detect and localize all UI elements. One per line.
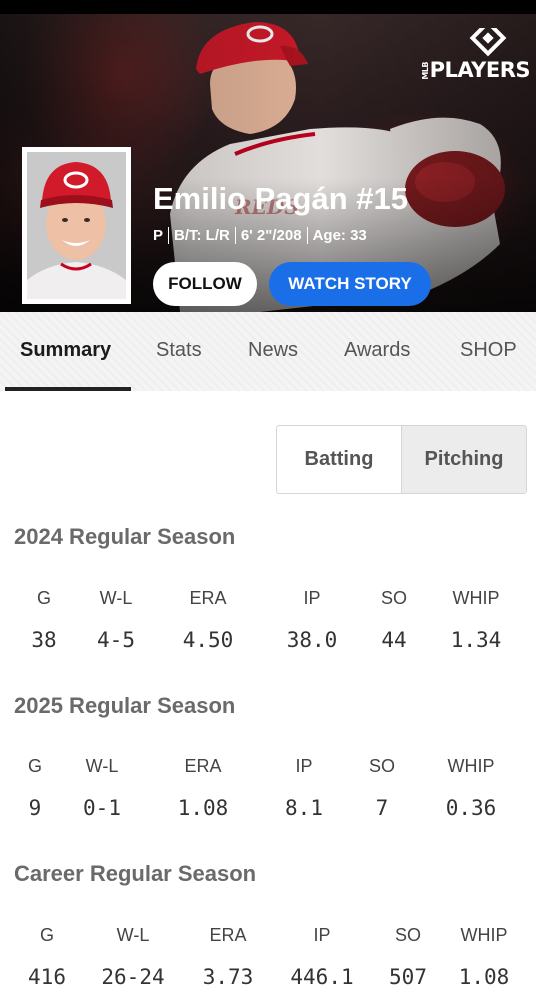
player-name: Emilio Pagán #15 [153, 181, 408, 216]
stat-header-so: SO [380, 588, 408, 608]
stat-header-era: ERA [209, 925, 247, 945]
stat-value-era: 3.73 [202, 965, 254, 989]
stat-value-g: 38 [31, 628, 57, 652]
divider [168, 227, 170, 244]
stat-value-ip: 38.0 [286, 628, 338, 652]
stat-header-g: G [39, 925, 55, 945]
stat-header-wl: W-L [116, 925, 150, 945]
stat-header-so: SO [394, 925, 422, 945]
stat-header-whip: WHIP [452, 588, 500, 608]
player-position: P [153, 227, 164, 244]
player-hero: REDS MLBPLAYERS [0, 14, 536, 312]
stat-header-era: ERA [184, 756, 222, 776]
stat-header-so: SO [368, 756, 396, 776]
player-bio-line: P B/T: L/R 6' 2"/208 Age: 33 [153, 227, 367, 244]
follow-button[interactable]: FOLLOW [153, 262, 257, 306]
divider [306, 227, 308, 244]
stat-value-wl: 26-24 [101, 965, 165, 989]
profile-tab-bar: Summary Stats News Awards SHOP [0, 312, 536, 391]
stat-value-g: 9 [28, 796, 42, 820]
stat-header-whip: WHIP [460, 925, 508, 945]
season-title-2024: 2024 Regular Season [14, 524, 236, 549]
season-title-2025: 2025 Regular Season [14, 693, 236, 718]
stat-value-whip: 1.34 [450, 628, 502, 652]
stat-value-era: 4.50 [182, 628, 234, 652]
stat-value-so: 507 [389, 965, 427, 989]
player-headshot[interactable] [22, 147, 131, 304]
stat-header-whip: WHIP [447, 756, 495, 776]
stat-value-whip: 0.36 [445, 796, 497, 820]
tab-news[interactable]: News [248, 339, 298, 362]
stat-value-so: 44 [381, 628, 407, 652]
watch-story-button[interactable]: WATCH STORY [269, 262, 431, 306]
stat-header-g: G [27, 756, 43, 776]
stat-header-era: ERA [189, 588, 227, 608]
stat-value-wl: 0-1 [83, 796, 121, 820]
pitching-toggle-option[interactable]: Pitching [401, 426, 526, 493]
batting-toggle-option[interactable]: Batting [277, 426, 401, 493]
stat-header-wl: W-L [85, 756, 119, 776]
stat-header-wl: W-L [99, 588, 133, 608]
stat-header-ip: IP [313, 925, 331, 945]
divider [234, 227, 236, 244]
tab-awards[interactable]: Awards [344, 339, 410, 362]
stat-header-g: G [36, 588, 52, 608]
headshot-image [27, 152, 126, 299]
player-height-weight: 6' 2"/208 [240, 227, 302, 244]
player-age: Age: 33 [312, 227, 367, 244]
tab-shop[interactable]: SHOP [460, 339, 517, 362]
season-title-career: Career Regular Season [14, 861, 257, 886]
stat-value-ip: 8.1 [285, 796, 323, 820]
status-bar [0, 0, 536, 14]
stat-value-so: 7 [375, 796, 389, 820]
stat-value-whip: 1.08 [458, 965, 510, 989]
batting-pitching-toggle: Batting Pitching [276, 425, 527, 494]
active-tab-indicator [5, 387, 131, 391]
player-bats-throws: B/T: L/R [174, 227, 230, 244]
stat-value-ip: 446.1 [290, 965, 354, 989]
stat-value-era: 1.08 [177, 796, 229, 820]
mlb-players-logo-text: MLBPLAYERS [420, 58, 531, 82]
stat-value-wl: 4-5 [97, 628, 135, 652]
stat-header-ip: IP [295, 756, 313, 776]
stat-value-g: 416 [28, 965, 66, 989]
tab-summary[interactable]: Summary [20, 339, 111, 362]
stat-header-ip: IP [303, 588, 321, 608]
tab-stats[interactable]: Stats [156, 339, 202, 362]
